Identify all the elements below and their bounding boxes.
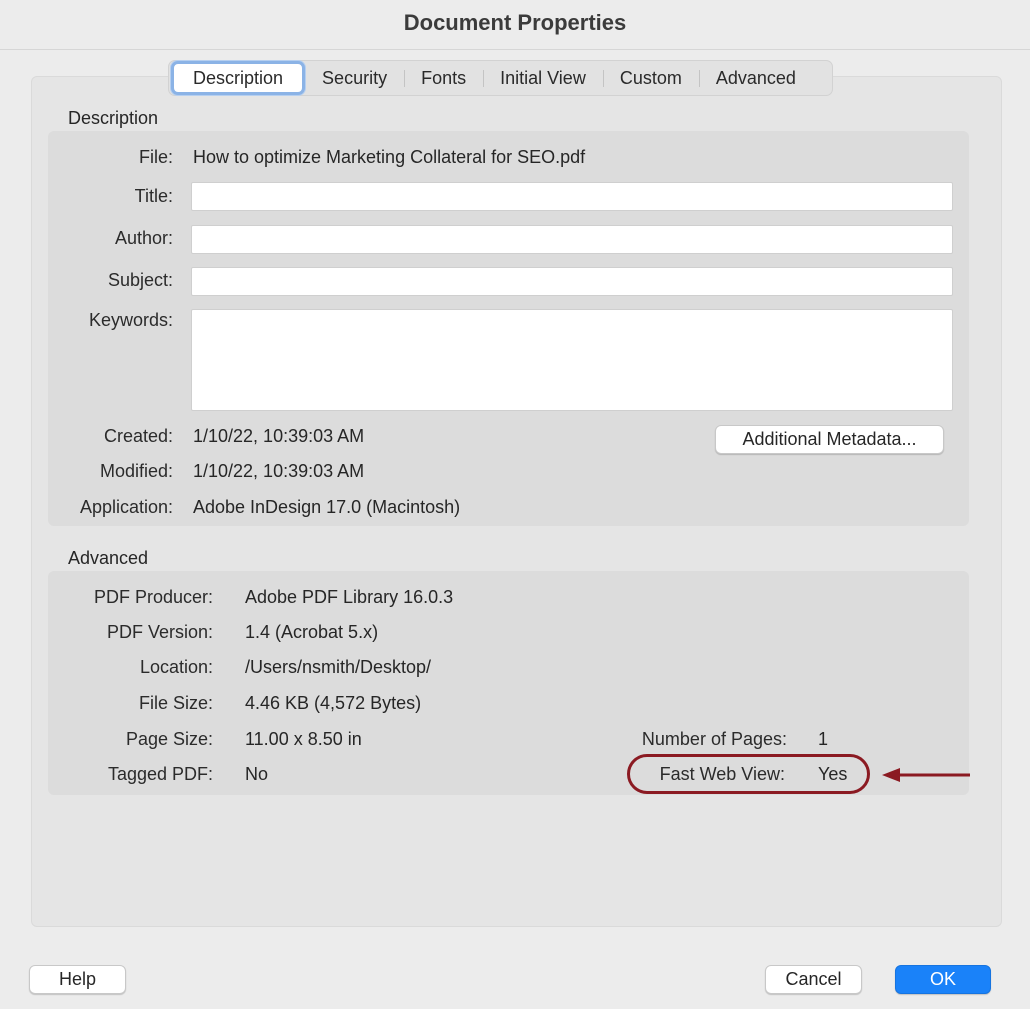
arrow-left-icon (882, 768, 970, 782)
tab-custom[interactable]: Custom (602, 64, 699, 92)
location-value: /Users/nsmith/Desktop/ (245, 657, 432, 677)
cancel-button[interactable]: Cancel (765, 965, 862, 994)
created-value: 1/10/22, 10:39:03 AM (193, 426, 365, 446)
author-field[interactable] (191, 225, 953, 254)
tab-advanced[interactable]: Advanced (698, 64, 813, 92)
location-label: Location: (139, 657, 213, 677)
title-label: Title: (134, 186, 173, 206)
advanced-section-label: Advanced (68, 548, 149, 568)
title-bar: Document Properties (0, 0, 1030, 50)
subject-field[interactable] (191, 267, 953, 296)
subject-label: Subject: (107, 270, 173, 290)
page-size-label: Page Size: (125, 729, 213, 749)
pdf-producer-value: Adobe PDF Library 16.0.3 (245, 587, 454, 607)
application-value: Adobe InDesign 17.0 (Macintosh) (193, 497, 461, 517)
tagged-pdf-label: Tagged PDF: (107, 764, 213, 784)
modified-value: 1/10/22, 10:39:03 AM (193, 461, 365, 481)
number-of-pages-label: Number of Pages: (641, 729, 787, 749)
created-label: Created: (103, 426, 173, 446)
file-value: How to optimize Marketing Collateral for… (193, 147, 586, 167)
window-title: Document Properties (403, 10, 627, 35)
tab-security[interactable]: Security (305, 64, 404, 92)
keywords-field[interactable] (191, 309, 953, 411)
tab-bar: Description Security Fonts Initial View … (168, 60, 833, 96)
tab-description[interactable]: Description (171, 61, 306, 95)
tab-initial-view[interactable]: Initial View (483, 64, 603, 92)
modified-label: Modified: (99, 461, 173, 481)
file-size-label: File Size: (138, 693, 213, 713)
tagged-pdf-value: No (245, 764, 269, 784)
file-size-value: 4.46 KB (4,572 Bytes) (245, 693, 422, 713)
additional-metadata-button[interactable]: Additional Metadata... (715, 425, 944, 454)
help-button[interactable]: Help (29, 965, 126, 994)
pdf-producer-label: PDF Producer: (93, 587, 213, 607)
ok-button[interactable]: OK (895, 965, 991, 994)
file-label: File: (138, 147, 173, 167)
pdf-version-value: 1.4 (Acrobat 5.x) (245, 622, 379, 642)
highlight-oval (627, 754, 870, 794)
keywords-label: Keywords: (88, 310, 173, 330)
author-label: Author: (114, 228, 173, 248)
title-field[interactable] (191, 182, 953, 211)
description-section-label: Description (68, 108, 159, 128)
pdf-version-label: PDF Version: (106, 622, 213, 642)
number-of-pages-value: 1 (818, 729, 829, 749)
tab-fonts[interactable]: Fonts (404, 64, 483, 92)
application-label: Application: (79, 497, 173, 517)
page-size-value: 11.00 x 8.50 in (245, 729, 362, 749)
